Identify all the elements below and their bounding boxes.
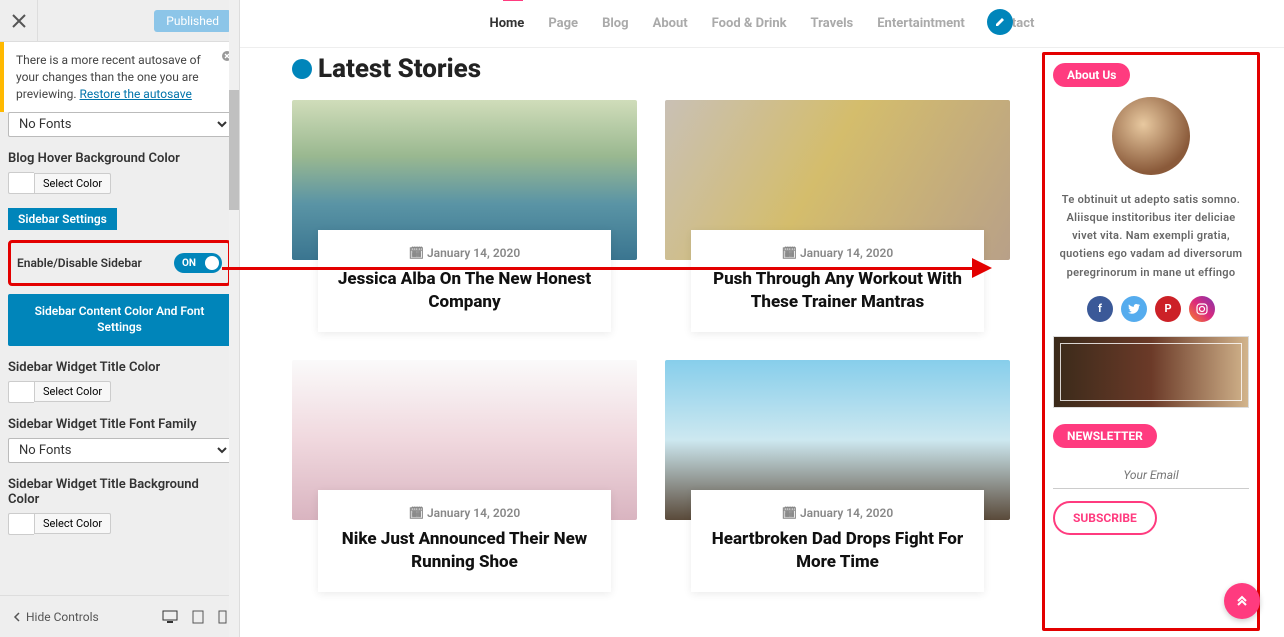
blog-hover-bg-label: Blog Hover Background Color (8, 151, 231, 166)
preview-sidebar: About Us Te obtinuit ut adepto satis som… (1042, 52, 1260, 631)
twitter-icon[interactable] (1121, 296, 1147, 322)
color-swatch (8, 513, 34, 535)
color-swatch (8, 172, 34, 194)
post-title[interactable]: Jessica Alba On The New Honest Company (336, 268, 593, 314)
published-button[interactable]: Published (154, 10, 231, 32)
widget-title-color-label: Sidebar Widget Title Color (8, 360, 231, 375)
about-text: Te obtinuit ut adepto satis somno. Aliis… (1053, 191, 1249, 282)
font-select-top[interactable]: No Fonts (8, 112, 231, 137)
sidebar-settings-badge: Sidebar Settings (8, 208, 117, 230)
panel-scrollbar-thumb[interactable] (229, 90, 239, 210)
post-meta-box: 🗓 January 14, 2020 Jessica Alba On The N… (318, 230, 611, 332)
close-button[interactable] (0, 0, 38, 42)
nav-entertainment[interactable]: Entertaintment (877, 16, 965, 31)
facebook-icon[interactable]: f (1087, 296, 1113, 322)
newsletter-title: NEWSLETTER (1053, 424, 1157, 448)
scroll-to-top-button[interactable] (1224, 583, 1260, 619)
calendar-icon: 🗓 (782, 246, 797, 260)
nav-page[interactable]: Page (548, 16, 578, 31)
select-color-button[interactable]: Select Color (34, 173, 111, 194)
subscribe-button[interactable]: SUBSCRIBE (1053, 501, 1157, 535)
post-date: 🗓 January 14, 2020 (709, 246, 966, 260)
close-icon (12, 14, 26, 28)
post-title[interactable]: Nike Just Announced Their New Running Sh… (336, 528, 593, 574)
avatar (1112, 97, 1190, 175)
sidebar-toggle[interactable]: ON (174, 253, 222, 273)
nav-home[interactable]: Home (490, 16, 525, 31)
post-date: 🗓 January 14, 2020 (709, 506, 966, 520)
enable-disable-label: Enable/Disable Sidebar (17, 256, 142, 270)
widget-title-font-select[interactable]: No Fonts (8, 438, 231, 463)
nav-travels[interactable]: Travels (811, 16, 854, 31)
pencil-icon (994, 16, 1006, 28)
mobile-device-icon[interactable] (218, 610, 227, 624)
instagram-icon[interactable] (1189, 296, 1215, 322)
edit-shortcut-button[interactable] (987, 9, 1013, 35)
sidebar-banner[interactable] (1053, 336, 1249, 408)
color-swatch (8, 381, 34, 403)
tablet-device-icon[interactable] (192, 610, 204, 624)
post-title[interactable]: Heartbroken Dad Drops Fight For More Tim… (709, 528, 966, 574)
toggle-state-text: ON (182, 258, 196, 269)
sidebar-content-color-font-button[interactable]: Sidebar Content Color And Font Settings (8, 294, 231, 345)
social-icons: f P (1053, 296, 1249, 322)
post-date: 🗓 January 14, 2020 (336, 246, 593, 260)
panel-top-bar: Published (0, 0, 239, 42)
nav-about[interactable]: About (653, 16, 688, 31)
restore-autosave-link[interactable]: Restore the autosave (80, 87, 192, 101)
post-meta-box: 🗓 January 14, 2020 Heartbroken Dad Drops… (691, 490, 984, 592)
select-color-button[interactable]: Select Color (34, 381, 111, 402)
chevron-up-icon (1235, 594, 1249, 608)
device-preview-icons (162, 610, 227, 624)
pinterest-icon[interactable]: P (1155, 296, 1181, 322)
hide-controls-label: Hide Controls (26, 610, 99, 624)
widget-title-bg-picker[interactable]: Select Color (8, 513, 231, 535)
autosave-notice: There is a more recent autosave of your … (0, 42, 239, 112)
calendar-icon: 🗓 (782, 506, 797, 520)
toggle-knob (205, 256, 219, 270)
enable-disable-sidebar-row: Enable/Disable Sidebar ON (8, 240, 231, 286)
post-card[interactable]: 🗓 January 14, 2020 Jessica Alba On The N… (292, 100, 637, 332)
post-meta-box: 🗓 January 14, 2020 Push Through Any Work… (691, 230, 984, 332)
select-color-button[interactable]: Select Color (34, 513, 111, 534)
calendar-icon: 🗓 (409, 506, 424, 520)
content-wrap: Latest Stories 🗓 January 14, 2020 Jessic… (240, 48, 1284, 637)
panel-footer: Hide Controls (0, 595, 239, 637)
desktop-device-icon[interactable] (162, 610, 178, 624)
widget-title-color-picker[interactable]: Select Color (8, 381, 231, 403)
post-meta-box: 🗓 January 14, 2020 Nike Just Announced T… (318, 490, 611, 592)
heading-text: Latest Stories (318, 54, 481, 84)
calendar-icon: 🗓 (409, 246, 424, 260)
section-heading: Latest Stories (292, 54, 1010, 84)
main-column: Latest Stories 🗓 January 14, 2020 Jessic… (264, 48, 1018, 637)
email-input[interactable] (1053, 462, 1249, 489)
post-grid: 🗓 January 14, 2020 Jessica Alba On The N… (292, 100, 1010, 592)
site-nav: Home Page Blog About Food & Drink Travel… (240, 0, 1284, 48)
chevron-left-icon (12, 612, 22, 622)
post-title[interactable]: Push Through Any Workout With These Trai… (709, 268, 966, 314)
about-us-title: About Us (1053, 63, 1130, 87)
heading-dot-icon (292, 59, 312, 79)
preview-area: Home Page Blog About Food & Drink Travel… (240, 0, 1284, 637)
post-date: 🗓 January 14, 2020 (336, 506, 593, 520)
hide-controls-button[interactable]: Hide Controls (12, 610, 99, 624)
post-card[interactable]: 🗓 January 14, 2020 Push Through Any Work… (665, 100, 1010, 332)
panel-scroll-area: No Fonts Blog Hover Background Color Sel… (0, 112, 239, 595)
nav-blog[interactable]: Blog (602, 16, 629, 31)
post-card[interactable]: 🗓 January 14, 2020 Heartbroken Dad Drops… (665, 360, 1010, 592)
nav-food-drink[interactable]: Food & Drink (712, 16, 787, 31)
widget-title-bg-label: Sidebar Widget Title Background Color (8, 477, 231, 507)
customizer-panel: Published There is a more recent autosav… (0, 0, 240, 637)
post-card[interactable]: 🗓 January 14, 2020 Nike Just Announced T… (292, 360, 637, 592)
widget-title-font-label: Sidebar Widget Title Font Family (8, 417, 231, 432)
blog-hover-color-picker[interactable]: Select Color (8, 172, 231, 194)
